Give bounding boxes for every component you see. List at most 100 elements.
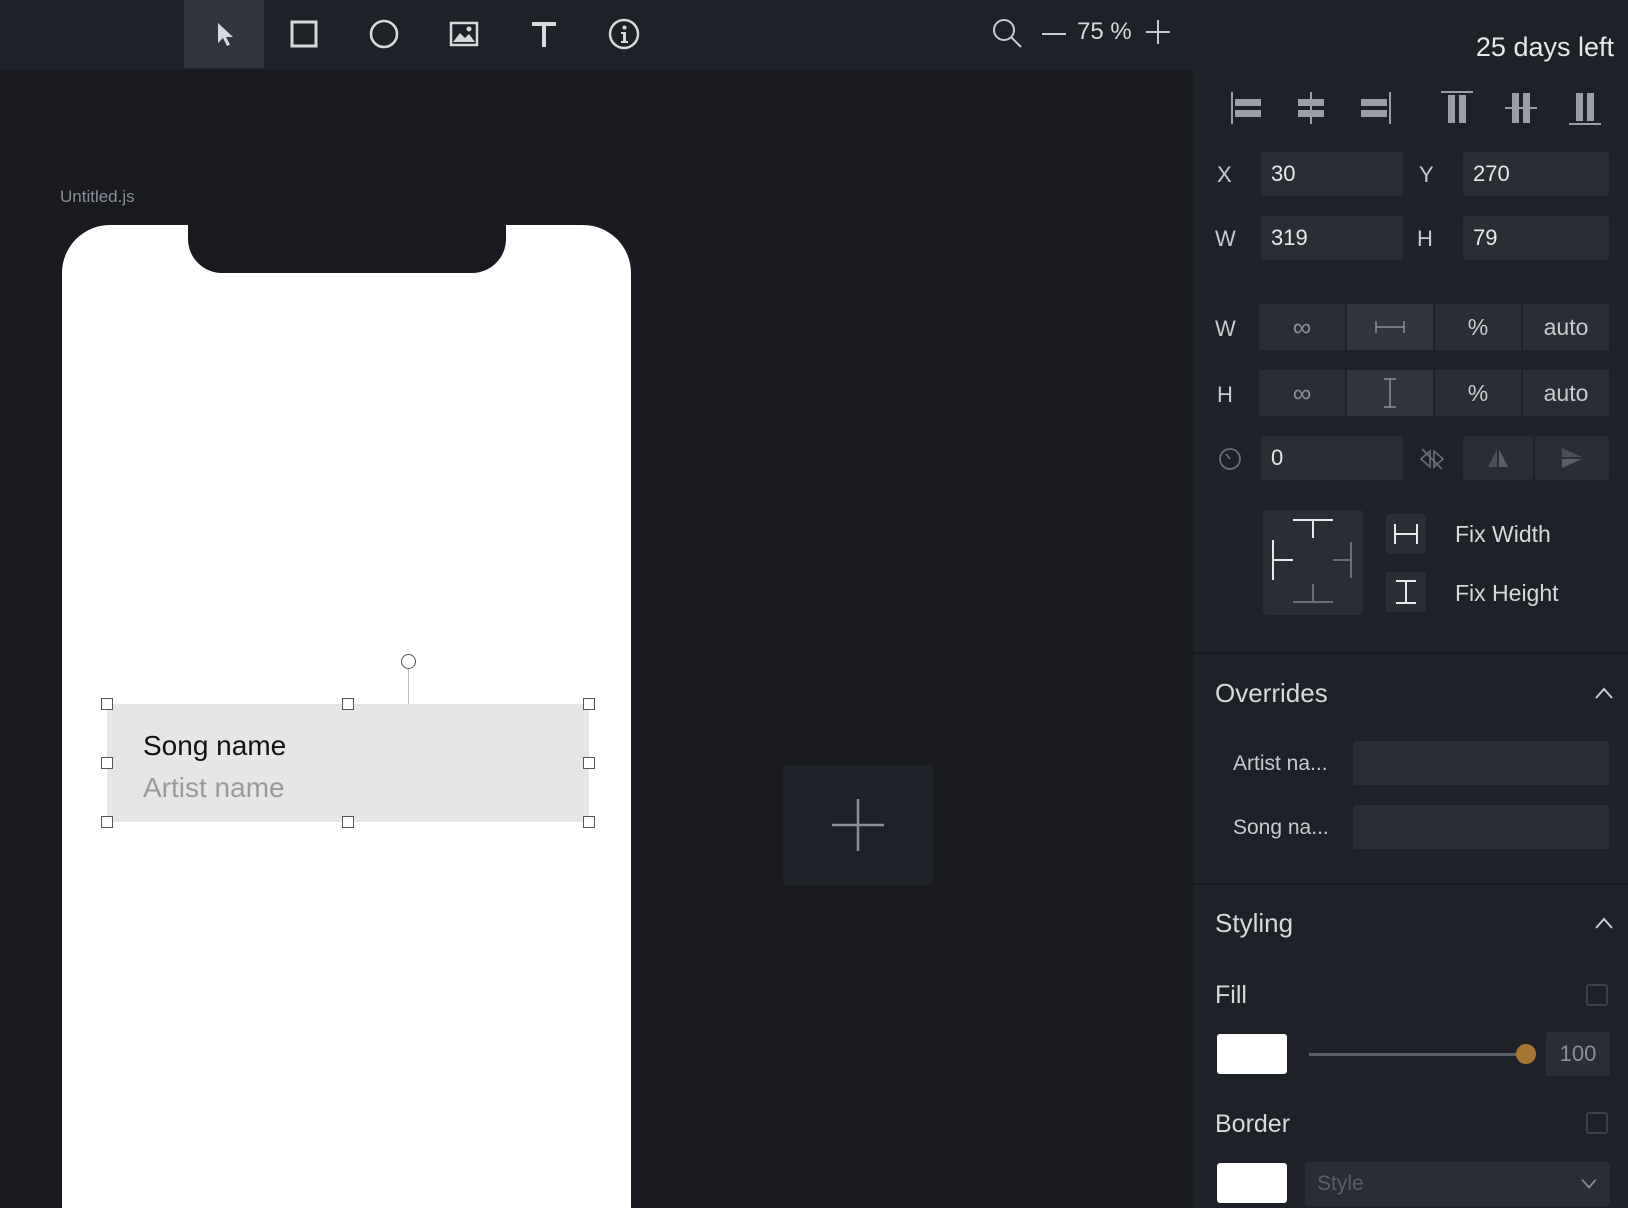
y-label: Y — [1419, 162, 1434, 187]
w-label: W — [1215, 226, 1236, 251]
height-fixed-button[interactable] — [1347, 370, 1433, 416]
border-label: Border — [1215, 1110, 1291, 1138]
chevron-down-icon — [1581, 1179, 1597, 1189]
w-input[interactable]: 319 — [1261, 216, 1403, 260]
y-input[interactable]: 270 — [1463, 152, 1609, 196]
selected-component[interactable]: Song name Artist name — [101, 654, 595, 828]
info-icon — [608, 18, 640, 50]
section-divider — [1193, 883, 1628, 885]
fill-opacity-knob[interactable] — [1516, 1044, 1536, 1064]
override-artist-input[interactable] — [1353, 741, 1609, 785]
zoom-level: 75 % — [1077, 18, 1132, 45]
align-left-icon[interactable] — [1227, 88, 1267, 128]
fix-height-toggle[interactable] — [1386, 572, 1426, 612]
styling-title[interactable]: Styling — [1215, 908, 1293, 939]
x-label: X — [1217, 162, 1232, 187]
zoom-in-button[interactable] — [1144, 18, 1172, 46]
flip-horizontal-icon — [1488, 449, 1508, 467]
chevron-up-icon[interactable] — [1594, 686, 1614, 700]
section-divider — [1193, 652, 1628, 654]
trial-days-left: 25 days left — [1475, 32, 1614, 62]
chevron-up-icon[interactable] — [1594, 916, 1614, 930]
alignment-toolbar — [1193, 88, 1628, 128]
image-tool-button[interactable] — [424, 0, 504, 68]
x-input[interactable]: 30 — [1261, 152, 1403, 196]
flip-mirror-icon[interactable] — [1419, 446, 1445, 472]
circle-icon — [369, 19, 399, 49]
border-color-swatch[interactable] — [1217, 1163, 1287, 1203]
border-style-placeholder: Style — [1317, 1172, 1364, 1195]
h-input[interactable]: 79 — [1463, 216, 1609, 260]
search-icon[interactable] — [990, 16, 1024, 50]
resize-handle-right[interactable] — [583, 757, 595, 769]
zoom-out-button[interactable] — [1040, 20, 1068, 48]
height-fixed-icon — [1384, 378, 1396, 408]
resize-handle-top-right[interactable] — [583, 698, 595, 710]
infinity-icon: ∞ — [1292, 311, 1312, 342]
fill-opacity-slider[interactable] — [1309, 1053, 1522, 1056]
artist-name-text[interactable]: Artist name — [143, 772, 285, 804]
rotation-line — [408, 666, 409, 704]
oval-tool-button[interactable] — [344, 0, 424, 68]
constraints-pin-box[interactable] — [1263, 510, 1363, 615]
song-name-text[interactable]: Song name — [143, 730, 286, 762]
file-label: Untitled.js — [60, 187, 135, 206]
height-mode-segment: ∞ % auto — [1259, 370, 1609, 416]
override-song-label: Song na... — [1233, 816, 1329, 839]
rotation-handle[interactable] — [401, 654, 416, 669]
fix-height-label[interactable]: Fix Height — [1455, 580, 1559, 607]
width-fixed-icon — [1375, 321, 1405, 333]
rotation-icon — [1219, 448, 1241, 470]
resize-handle-bottom-right[interactable] — [583, 816, 595, 828]
fill-opacity-value[interactable]: 100 — [1546, 1032, 1610, 1076]
flip-horizontal-button[interactable] — [1463, 436, 1533, 480]
resize-handle-left[interactable] — [101, 757, 113, 769]
height-percent-button[interactable]: % — [1435, 370, 1521, 416]
override-artist-label: Artist na... — [1233, 752, 1328, 775]
inspector-panel: 25 days left X 30 Y 270 W 319 H 79 W ∞ %… — [1193, 0, 1628, 1208]
text-tool-button[interactable] — [504, 0, 584, 68]
square-icon — [290, 20, 318, 48]
resize-handle-top[interactable] — [342, 698, 354, 710]
fill-color-swatch[interactable] — [1217, 1034, 1287, 1074]
rectangle-tool-button[interactable] — [264, 0, 344, 68]
flip-vertical-icon — [1562, 448, 1582, 468]
app-window: 75 % Untitled.js Song name Artist name 2… — [0, 0, 1628, 1208]
rotation-input[interactable]: 0 — [1261, 436, 1403, 480]
canvas[interactable]: Untitled.js Song name Artist name — [0, 70, 1193, 1208]
height-mode-label: H — [1217, 382, 1233, 407]
height-infinite-button[interactable]: ∞ — [1259, 370, 1345, 416]
border-checkbox[interactable] — [1586, 1112, 1608, 1134]
resize-handle-top-left[interactable] — [101, 698, 113, 710]
resize-handle-bottom-left[interactable] — [101, 816, 113, 828]
width-fixed-button[interactable] — [1347, 304, 1433, 350]
flip-vertical-button[interactable] — [1535, 436, 1609, 480]
fix-width-icon — [1394, 524, 1418, 544]
align-right-icon[interactable] — [1355, 88, 1395, 128]
height-auto-button[interactable]: auto — [1523, 370, 1609, 416]
border-style-select[interactable]: Style — [1305, 1162, 1610, 1206]
info-tool-button[interactable] — [584, 0, 664, 68]
override-song-input[interactable] — [1353, 805, 1609, 849]
h-label: H — [1417, 226, 1433, 251]
resize-handle-bottom[interactable] — [342, 816, 354, 828]
select-tool-button[interactable] — [184, 0, 264, 68]
fix-height-icon — [1396, 580, 1416, 604]
device-notch — [188, 223, 506, 273]
image-icon — [449, 21, 479, 47]
align-top-icon[interactable] — [1437, 88, 1477, 128]
constraints-pin-icon — [1272, 519, 1352, 603]
width-auto-button[interactable]: auto — [1523, 304, 1609, 350]
fix-width-label[interactable]: Fix Width — [1455, 521, 1551, 548]
fill-checkbox[interactable] — [1586, 984, 1608, 1006]
align-bottom-icon[interactable] — [1565, 88, 1605, 128]
width-percent-button[interactable]: % — [1435, 304, 1521, 350]
overrides-title[interactable]: Overrides — [1215, 678, 1328, 709]
align-center-vertical-icon[interactable] — [1501, 88, 1541, 128]
add-artboard-button[interactable] — [783, 765, 933, 885]
width-infinite-button[interactable]: ∞ — [1259, 304, 1345, 350]
device-frame[interactable]: Song name Artist name — [62, 223, 631, 1208]
width-mode-label: W — [1215, 316, 1236, 341]
align-center-horizontal-icon[interactable] — [1291, 88, 1331, 128]
fix-width-toggle[interactable] — [1386, 514, 1426, 554]
